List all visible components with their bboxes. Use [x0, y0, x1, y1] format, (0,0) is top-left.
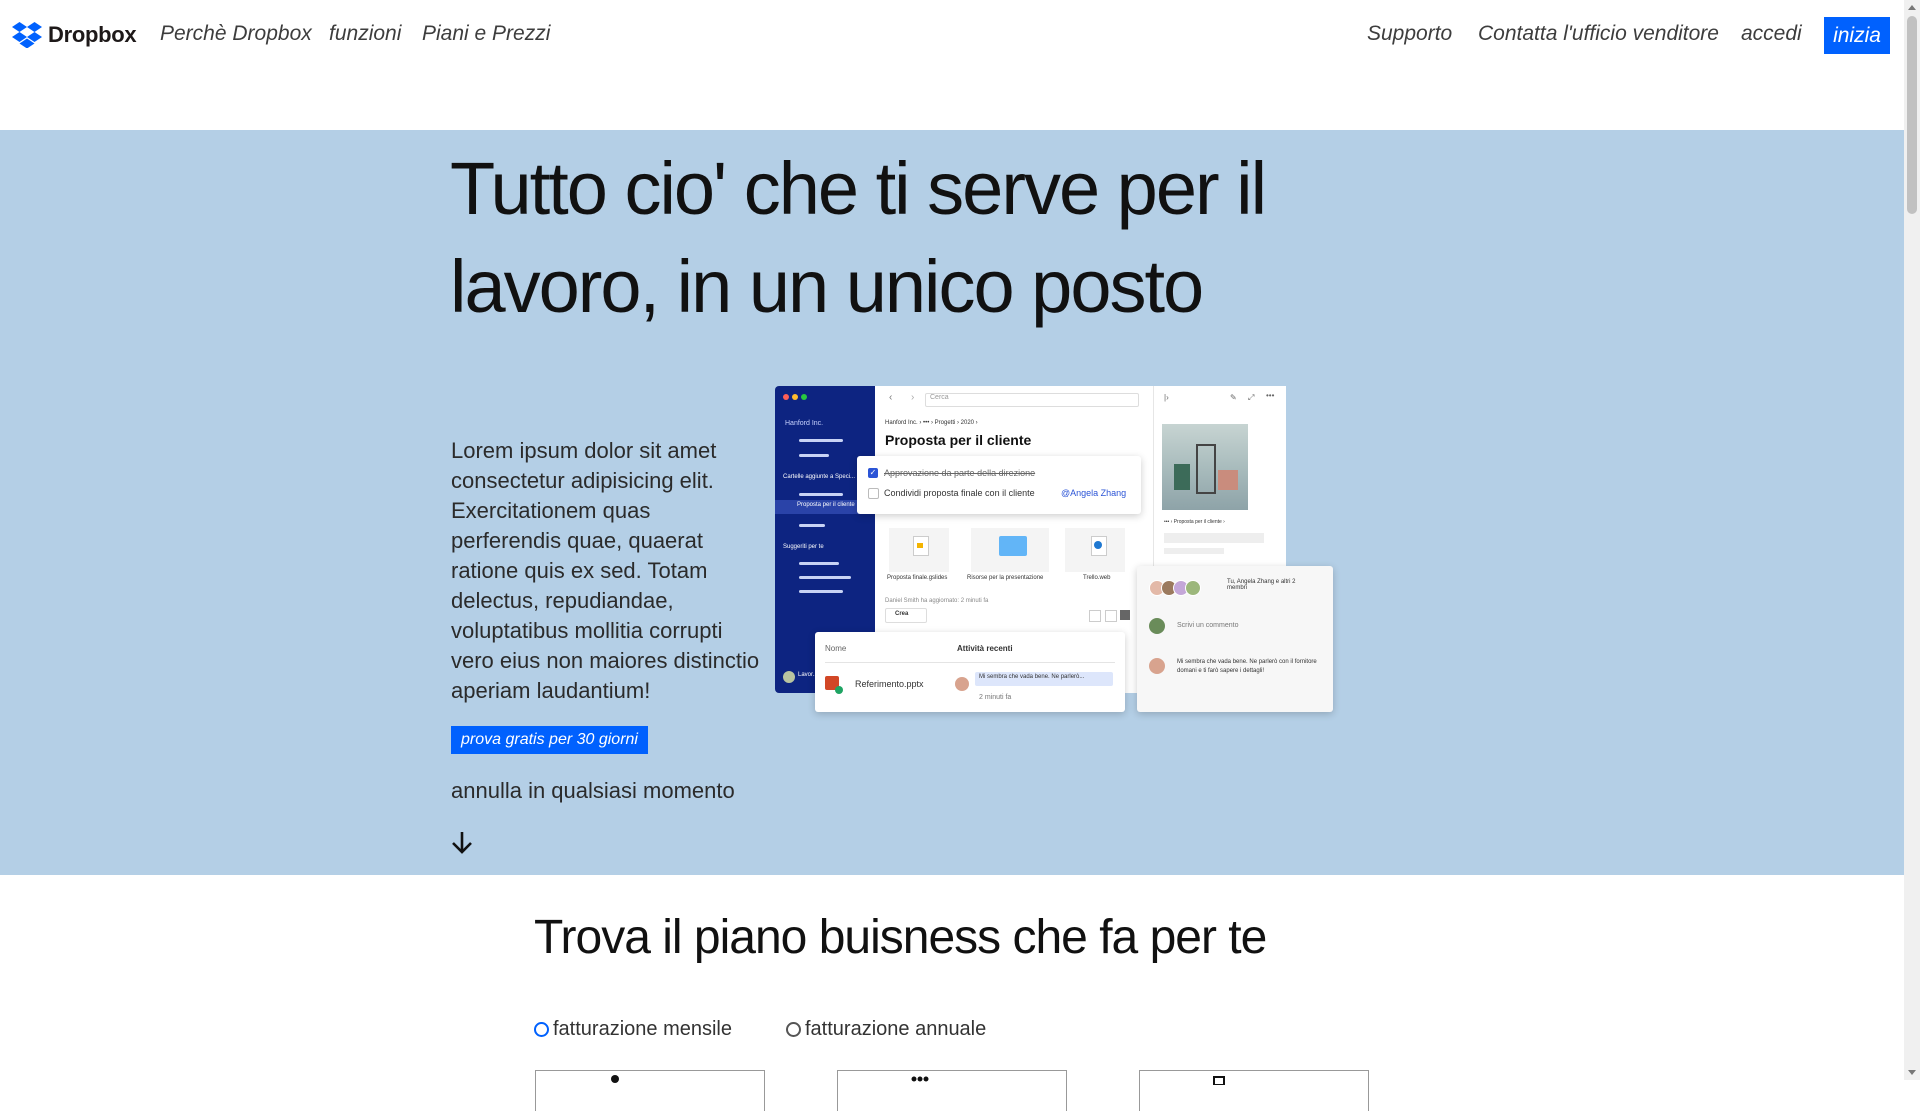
mockup-comments-card: Tu, Angela Zhang e altri 2 membri Scrivi…	[1137, 566, 1333, 712]
mockup-comment-field: Scrivi un commento	[1177, 622, 1239, 629]
plan-card-3[interactable]	[1139, 1070, 1369, 1111]
mockup-sidebar-item: Proposta per il cliente	[797, 502, 855, 508]
mockup-file-1: Risorse per la presentazione	[967, 575, 1044, 581]
mockup-list-header-activity: Attività recenti	[957, 644, 1013, 653]
mockup-preview-image	[1162, 424, 1248, 510]
dropbox-logo-icon	[12, 22, 42, 48]
plan-card-2[interactable]	[837, 1070, 1067, 1111]
hero-body-text: Lorem ipsum dolor sit amet consectetur a…	[451, 438, 760, 703]
list-view-icon	[1120, 610, 1130, 620]
window-close-dot	[783, 394, 789, 400]
collapse-icon: |›	[1164, 393, 1169, 402]
radio-monthly[interactable]	[534, 1022, 549, 1037]
mockup-create-button: Crea	[895, 611, 909, 617]
plan-card-1[interactable]	[535, 1070, 765, 1111]
tile-view-icon	[1105, 610, 1117, 622]
brand-name: Dropbox	[48, 22, 137, 47]
arrow-down-icon[interactable]	[450, 830, 474, 856]
scroll-down-arrow-icon[interactable]	[1908, 1070, 1916, 1075]
grid-view-icon	[1089, 610, 1101, 622]
mockup-breadcrumb: Hanford Inc. › ••• › Progetti › 2020 ›	[885, 420, 978, 426]
expand-icon: ⤢	[1248, 393, 1255, 402]
page-scrollbar[interactable]	[1904, 0, 1920, 1080]
checkbox-empty-icon	[868, 488, 879, 499]
hero-title: Tutto cio' che ti serve per il lavoro, i…	[450, 147, 1267, 328]
mockup-sidebar-section: Cartelle aggiunte a Speci...	[783, 474, 856, 480]
folder-icon	[999, 536, 1027, 556]
back-arrow-icon: ‹	[889, 392, 893, 403]
commenter-avatar	[955, 677, 969, 691]
mockup-org-name: Hanford Inc.	[785, 420, 824, 427]
billing-annual-label: fatturazione annuale	[805, 1018, 987, 1040]
mockup-file-time: 2 minuti fa	[979, 694, 1012, 701]
radio-annual[interactable]	[786, 1022, 801, 1037]
product-screenshot: Hanford Inc. Cartelle aggiunte a Speci..…	[775, 386, 1335, 721]
checkbox-checked-icon: ✓	[868, 468, 878, 478]
user-icon	[611, 1075, 619, 1083]
window-minimize-dot	[792, 394, 798, 400]
window-zoom-dot	[801, 394, 807, 400]
mockup-comment-text: Mi sembra che vada bene. Ne parlerò con …	[1177, 659, 1317, 674]
nav-link-contact-sales[interactable]: Contatta l'ufficio venditore	[1478, 22, 1719, 46]
mockup-file-2: Trello.web	[1083, 575, 1111, 581]
mockup-file-list-card: Nome Attività recenti Referimento.pptx M…	[815, 632, 1125, 712]
mockup-task-1: Condividi proposta finale con il cliente	[884, 488, 1035, 498]
mockup-task-card: ✓ Approvazione da parte della direzione …	[857, 456, 1141, 514]
mockup-list-header-name: Nome	[825, 644, 847, 653]
get-started-button[interactable]: inizia	[1824, 17, 1890, 54]
billing-monthly-label: fatturazione mensile	[553, 1018, 732, 1040]
mockup-file-0: Proposta finale.gslides	[887, 575, 948, 581]
scrollbar-thumb[interactable]	[1907, 16, 1917, 214]
billing-monthly-option[interactable]: fatturazione mensile	[534, 1018, 732, 1041]
my-avatar	[1149, 618, 1165, 634]
nav-link-features[interactable]: funzioni	[329, 22, 401, 46]
mockup-search-field: Cerca	[930, 394, 949, 401]
mockup-task-0: Approvazione da parte della direzione	[884, 468, 1036, 478]
mockup-user-avatar	[783, 671, 795, 683]
billing-annual-option[interactable]: fatturazione annuale	[786, 1018, 986, 1041]
team-icon	[911, 1076, 929, 1082]
nav-link-plans-pricing[interactable]: Piani e Prezzi	[422, 22, 550, 46]
member-avatars	[1185, 580, 1201, 596]
nav-link-login[interactable]: accedi	[1741, 22, 1802, 46]
scroll-up-arrow-icon[interactable]	[1908, 5, 1916, 10]
nav-link-why-dropbox[interactable]: Perchè Dropbox	[160, 22, 312, 46]
top-nav: Dropbox Perchè Dropbox funzioni Piani e …	[0, 0, 1904, 130]
free-trial-button[interactable]: prova gratis per 30 giorni	[451, 726, 648, 754]
dropbox-logo[interactable]: Dropbox	[12, 22, 137, 48]
mockup-right-breadcrumb: ••• › Proposta per il cliente ›	[1164, 519, 1225, 525]
mockup-suggested: Suggeriti per te	[783, 544, 824, 550]
pricing-title: Trova il piano buisness che fa per te	[534, 911, 1267, 964]
more-icon: •••	[1266, 391, 1275, 400]
synced-icon	[835, 686, 843, 694]
building-icon	[1213, 1076, 1225, 1085]
pin-icon: ✎	[1230, 393, 1237, 402]
hero-section: Tutto cio' che ti serve per il lavoro, i…	[0, 130, 1904, 875]
comment-author-avatar	[1149, 658, 1165, 674]
mockup-mention: @Angela Zhang	[1061, 488, 1127, 498]
mockup-file-row: Referimento.pptx	[855, 679, 924, 689]
mockup-members: Tu, Angela Zhang e altri 2 membri	[1227, 579, 1296, 591]
mockup-folder-title: Proposta per il cliente	[885, 432, 1032, 448]
forward-arrow-icon: ›	[911, 392, 915, 403]
mockup-activity-note: Daniel Smith ha aggiornato: 2 minuti fa	[885, 598, 989, 604]
nav-link-support[interactable]: Supporto	[1367, 22, 1452, 46]
mockup-file-comment: Mi sembra che vada bene. Ne parlerò...	[979, 674, 1085, 680]
cancel-anytime-note: annulla in qualsiasi momento	[451, 778, 735, 803]
